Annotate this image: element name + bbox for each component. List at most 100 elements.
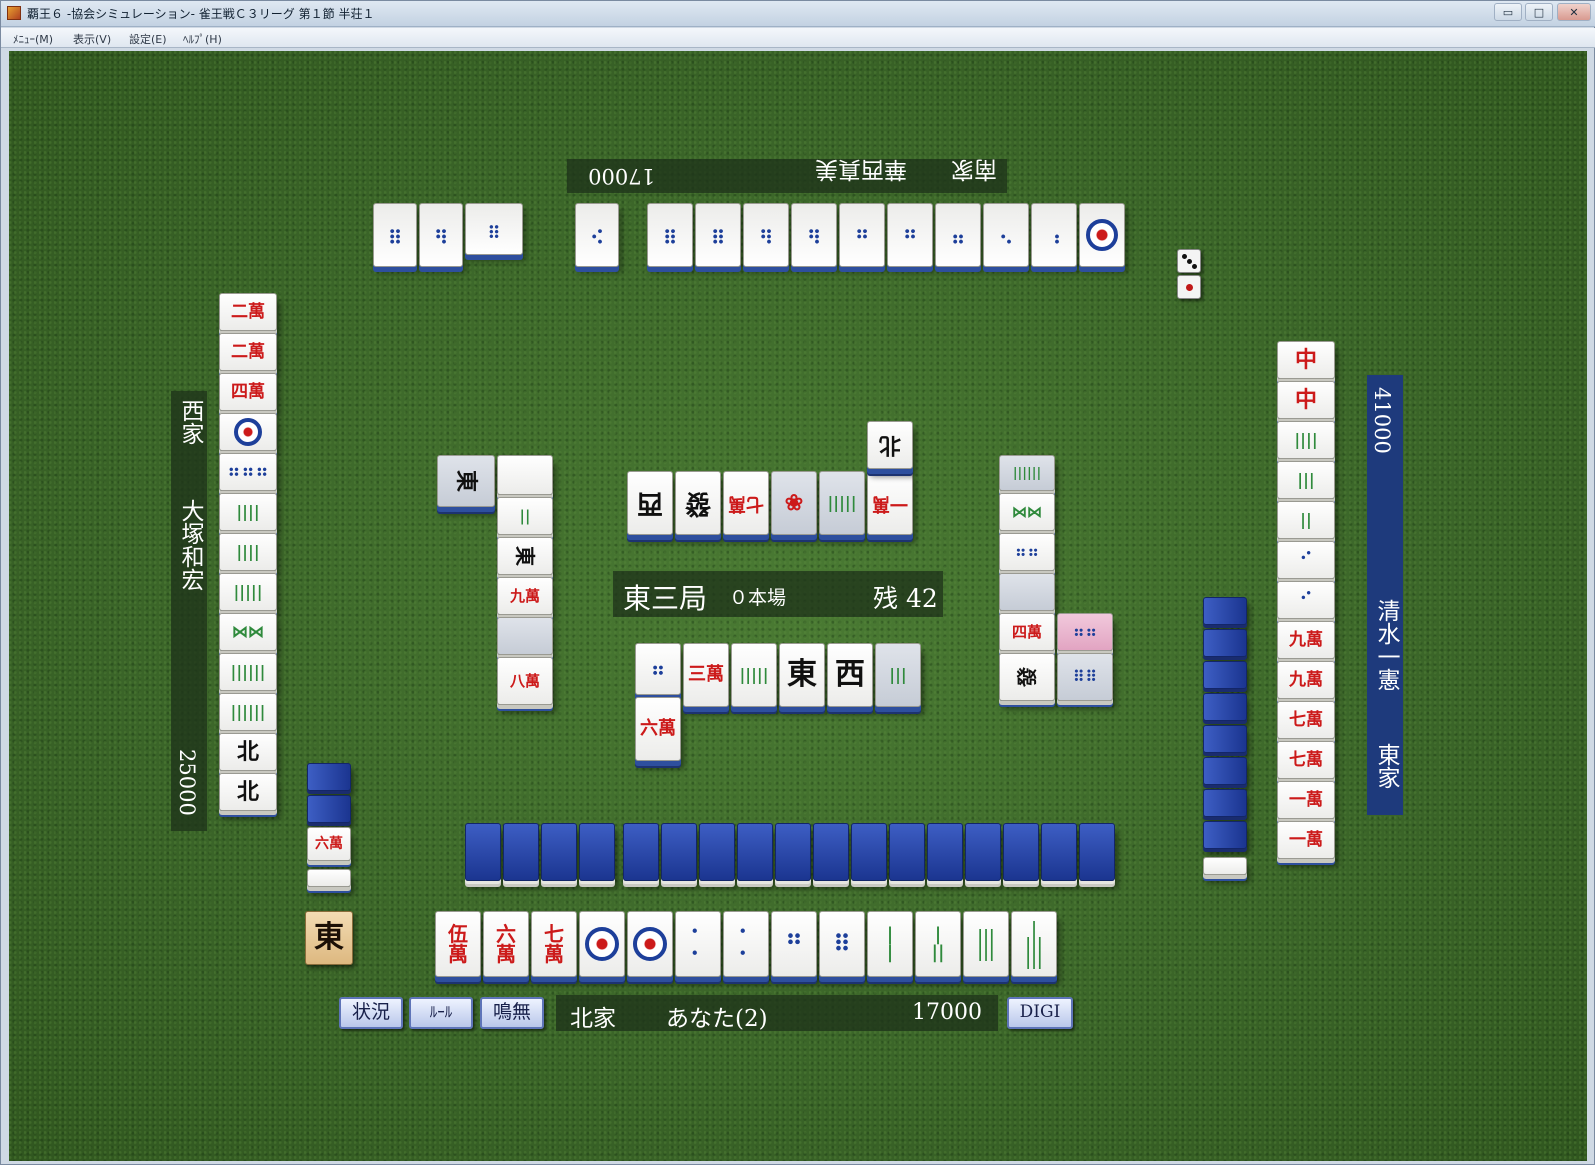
discard-tile: || xyxy=(497,497,553,535)
discard-tile: ||||| xyxy=(819,471,865,535)
east-tile: 七萬 xyxy=(1277,701,1335,739)
discard-tile: 發 xyxy=(675,471,721,535)
close-button[interactable]: ✕ xyxy=(1557,3,1591,21)
hand-tile[interactable]: ⠛ xyxy=(771,911,817,977)
wall-tile xyxy=(307,795,351,823)
south-hand-tile xyxy=(1079,203,1125,267)
menu-help[interactable]: ﾍﾙﾌﾟ(H) xyxy=(183,31,222,47)
naki-toggle-button[interactable]: 鳴無 xyxy=(480,997,544,1029)
hand-tile[interactable]: ||| ||| xyxy=(963,911,1009,977)
west-tile: 北 xyxy=(219,773,277,811)
wall-tile xyxy=(623,823,659,881)
discard-tile: 發 xyxy=(999,653,1055,701)
north-player-name: あなた(2) xyxy=(666,1006,768,1032)
discard-tile: 七萬 xyxy=(723,471,769,535)
wall-tile xyxy=(307,763,351,791)
west-tile: 二萬 xyxy=(219,293,277,331)
hand-tile[interactable]: ⠂ ⠂ xyxy=(675,911,721,977)
discard-tile: ⠶ xyxy=(635,643,681,695)
menu-view[interactable]: 表示(V) xyxy=(73,31,111,47)
menu-settings[interactable]: 設定(E) xyxy=(129,31,167,47)
south-hand-tile: ⠶ xyxy=(839,203,885,267)
game-window: 覇王６ -協会シミュレーション- 雀王戦Ｃ３リーグ 第１節 半荘１ ▭ □ ✕ … xyxy=(0,0,1595,1165)
hand-tile[interactable]: 六萬 xyxy=(483,911,529,977)
east-tile: 九萬 xyxy=(1277,661,1335,699)
menu-menu[interactable]: ﾒﾆｭｰ(M) xyxy=(13,31,53,47)
west-tile: ||||| xyxy=(219,573,277,611)
east-wind-label: 東家 xyxy=(1373,743,1399,789)
wall-tile: 六萬 xyxy=(307,827,351,861)
discard-tile: ⠿⠿ xyxy=(1057,653,1113,701)
wall-tile xyxy=(661,823,697,881)
wall-tile xyxy=(965,823,1001,881)
discard-tile: 東 xyxy=(497,537,553,575)
wall-tile xyxy=(307,869,351,887)
east-player-name: 清水一憲 xyxy=(1373,599,1399,691)
hand-tile[interactable]: ⠂ ⠂ xyxy=(723,911,769,977)
east-tile: ||| xyxy=(1277,461,1335,499)
west-player-score: 25000 xyxy=(175,749,199,816)
discard-tile: ||| xyxy=(875,643,921,707)
wall-tile xyxy=(813,823,849,881)
maximize-button[interactable]: □ xyxy=(1525,3,1553,21)
discard-tile: 北 xyxy=(867,421,913,469)
hand-tile[interactable] xyxy=(579,911,625,977)
wall-tile xyxy=(579,823,615,881)
east-tile: 中 xyxy=(1277,381,1335,419)
hand-tile[interactable]: 七萬 xyxy=(531,911,577,977)
east-tile: 一萬 xyxy=(1277,781,1335,819)
wall-tile xyxy=(1203,725,1247,753)
east-tile: || xyxy=(1277,501,1335,539)
wall-tile xyxy=(927,823,963,881)
discard-tile xyxy=(497,455,553,495)
wall-tile xyxy=(1079,823,1115,881)
wall-tile xyxy=(737,823,773,881)
west-player-name: 大塚和宏 xyxy=(177,499,203,591)
minimize-button[interactable]: ▭ xyxy=(1494,3,1522,21)
west-tile: 四萬 xyxy=(219,373,277,411)
status-button[interactable]: 状況 xyxy=(339,997,403,1029)
discard-tile: 六萬 xyxy=(635,697,681,761)
west-player-panel: 西家 大塚和宏 25000 xyxy=(171,391,207,831)
discard-tile: 東 xyxy=(437,455,495,507)
remaining-tiles-label: 残 42 xyxy=(873,584,938,613)
east-tile: 一萬 xyxy=(1277,821,1335,859)
wall-tile xyxy=(851,823,887,881)
west-tile: 北 xyxy=(219,733,277,771)
discard-tile: |||||| xyxy=(999,455,1055,491)
wall-tile xyxy=(889,823,925,881)
hand-tile[interactable]: | | xyxy=(867,911,913,977)
south-meld-tile: ⠷ xyxy=(419,203,463,267)
east-player-panel: 41000 清水一憲 東家 xyxy=(1367,375,1403,815)
wall-tile xyxy=(465,823,501,881)
die xyxy=(1177,249,1201,273)
east-tile: ⠊ xyxy=(1277,581,1335,619)
rule-button[interactable]: ﾙｰﾙ xyxy=(409,997,473,1029)
discard-tile: 九萬 xyxy=(497,577,553,615)
west-tile: |||||| xyxy=(219,653,277,691)
hand-tile[interactable]: | ||| ||| xyxy=(1011,911,1057,977)
discard-tile: 八萬 xyxy=(497,657,553,705)
south-hand-tile: ⠷ xyxy=(791,203,837,267)
hand-tile[interactable]: 伍萬 xyxy=(435,911,481,977)
discard-tile xyxy=(999,573,1055,611)
south-player-panel: 南家 華西真美 17000 xyxy=(567,156,1007,193)
hand-tile[interactable] xyxy=(627,911,673,977)
east-tile: 九萬 xyxy=(1277,621,1335,659)
hand-tile[interactable]: ⠿ xyxy=(819,911,865,977)
north-wind-label: 北家 xyxy=(570,1006,616,1032)
discard-tile xyxy=(497,617,553,655)
menu-bar: ﾒﾆｭｰ(M) 表示(V) 設定(E) ﾍﾙﾌﾟ(H) xyxy=(1,28,1595,48)
west-wind-label: 西家 xyxy=(177,399,203,445)
wall-tile xyxy=(1203,629,1247,657)
digi-button[interactable]: DIGI xyxy=(1007,997,1073,1029)
wall-tile xyxy=(1203,857,1247,875)
wall-tile xyxy=(503,823,539,881)
wall-tile xyxy=(541,823,577,881)
south-hand-tile: ⠿ xyxy=(647,203,693,267)
wall-tile xyxy=(1003,823,1039,881)
south-player-name: 華西真美 xyxy=(815,156,907,182)
hand-tile[interactable]: | || xyxy=(915,911,961,977)
south-hand-tile: ⠑ xyxy=(983,203,1029,267)
east-player-score: 41000 xyxy=(1370,387,1394,454)
